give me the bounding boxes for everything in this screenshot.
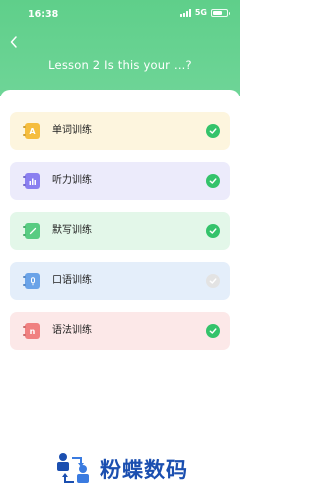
- training-list: A 单词训练听力训练默写训练口语训练 n 语法训练: [0, 90, 240, 500]
- battery-icon: [211, 8, 230, 17]
- check-circle-pending-icon: [206, 274, 220, 288]
- check-circle-icon: [206, 174, 220, 188]
- training-item-4[interactable]: 口语训练: [10, 262, 230, 300]
- status-bar: 16:38 5G: [0, 0, 240, 24]
- status-time: 16:38: [28, 9, 59, 20]
- training-item-label: 听力训练: [52, 175, 92, 186]
- chevron-left-icon: [10, 36, 17, 48]
- check-circle-icon: [206, 224, 220, 238]
- training-item-2[interactable]: 听力训练: [10, 162, 230, 200]
- training-item-5[interactable]: n 语法训练: [10, 312, 230, 350]
- bar-chart-icon: [25, 173, 40, 189]
- transfer-person-icon: [57, 453, 89, 483]
- page-title: Lesson 2 Is this your ...?: [48, 58, 192, 72]
- logo-text: 粉蝶数码: [100, 458, 188, 482]
- training-item-3[interactable]: 默写训练: [10, 212, 230, 250]
- pencil-icon: [25, 223, 40, 239]
- training-item-label: 默写训练: [52, 225, 92, 236]
- letter-a-icon: A: [25, 123, 40, 139]
- training-item-1[interactable]: A 单词训练: [10, 112, 230, 150]
- training-item-label: 语法训练: [52, 325, 92, 336]
- icon-glyph: n: [29, 326, 36, 336]
- training-item-label: 单词训练: [52, 125, 92, 136]
- signal-icon: [179, 8, 191, 17]
- training-item-label: 口语训练: [52, 275, 92, 286]
- check-circle-icon: [206, 324, 220, 338]
- icon-glyph: A: [29, 126, 36, 136]
- microphone-icon: [25, 273, 40, 289]
- check-circle-icon: [206, 124, 220, 138]
- watermark-logo: 粉蝶数码: [54, 452, 234, 486]
- status-indicators: 5G: [179, 8, 230, 17]
- back-button[interactable]: [6, 33, 22, 51]
- letter-n-icon: n: [25, 323, 40, 339]
- header-bar: 16:38 5G Lesson 2 Is this your ...?: [0, 0, 240, 96]
- network-label: 5G: [194, 8, 207, 17]
